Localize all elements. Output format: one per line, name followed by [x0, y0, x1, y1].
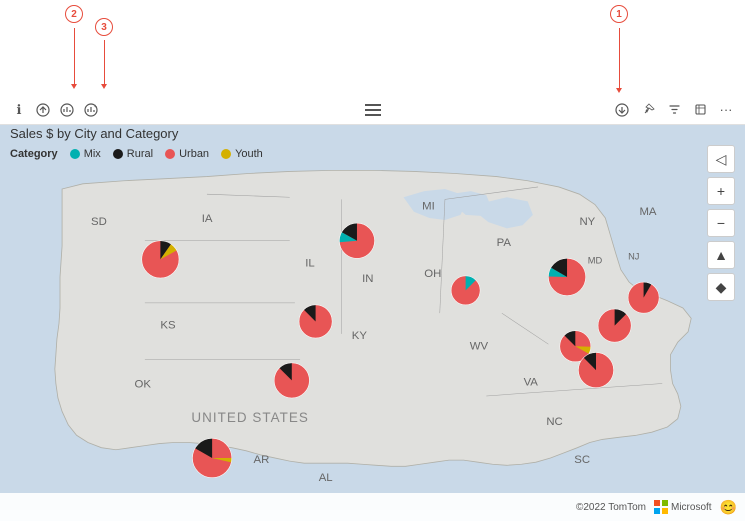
annotation-3: 3 [95, 18, 113, 36]
legend-dot-rural [113, 149, 123, 159]
legend-dot-urban [165, 149, 175, 159]
svg-text:OK: OK [135, 379, 152, 391]
ms-sq-yellow [662, 508, 668, 514]
map-controls: ◁ + − ▲ ◆ [707, 145, 735, 301]
legend-dot-mix [70, 149, 80, 159]
svg-text:KS: KS [160, 320, 176, 332]
download-icon[interactable] [613, 101, 631, 119]
svg-text:PA: PA [497, 237, 512, 249]
annotation-line-2 [74, 28, 75, 86]
legend-text-rural: Rural [127, 148, 153, 160]
location-button[interactable]: ◆ [707, 273, 735, 301]
zoom-in-button[interactable]: + [707, 177, 735, 205]
microsoft-label: Microsoft [671, 502, 712, 513]
expand-icon[interactable] [691, 101, 709, 119]
pin-icon[interactable] [639, 101, 657, 119]
svg-text:IL: IL [305, 258, 315, 270]
bottom-bar: ©2022 TomTom Microsoft 😊 [0, 493, 745, 521]
main-container: 1 2 3 ℹ + [0, 0, 745, 521]
svg-text:NY: NY [579, 216, 595, 228]
svg-text:IN: IN [362, 273, 373, 285]
legend-dot-youth [221, 149, 231, 159]
ms-sq-blue [654, 508, 660, 514]
legend-label: Category [10, 148, 58, 160]
collapse-panel-button[interactable]: ◁ [707, 145, 735, 173]
zoom-out-button[interactable]: − [707, 209, 735, 237]
svg-text:SC: SC [574, 454, 590, 466]
legend-item-mix: Mix [70, 148, 101, 160]
svg-text:SD: SD [91, 216, 107, 228]
chart-icon[interactable] [58, 101, 76, 119]
compass-button[interactable]: ▲ [707, 241, 735, 269]
legend-item-youth: Youth [221, 148, 263, 160]
toolbar-right: ··· [613, 101, 735, 119]
svg-text:KY: KY [352, 330, 368, 342]
chart-title: Sales $ by City and Category [10, 126, 178, 141]
svg-text:NC: NC [546, 416, 562, 428]
microsoft-logo: Microsoft [654, 500, 712, 514]
annotation-line-3 [104, 40, 105, 86]
legend-text-mix: Mix [84, 148, 101, 160]
legend-item-rural: Rural [113, 148, 153, 160]
svg-text:AR: AR [254, 454, 270, 466]
svg-text:MI: MI [422, 201, 435, 213]
svg-text:OH: OH [424, 268, 441, 280]
filter-icon[interactable] [665, 101, 683, 119]
annotation-1: 1 [610, 5, 628, 23]
svg-text:UNITED STATES: UNITED STATES [191, 410, 308, 425]
upload-icon[interactable] [34, 101, 52, 119]
hamburger-menu[interactable] [365, 104, 381, 116]
annotation-arrow-2 [71, 84, 77, 89]
legend-text-youth: Youth [235, 148, 263, 160]
annotation-arrow-3 [101, 84, 107, 89]
ms-sq-green [662, 500, 668, 506]
svg-text:NJ: NJ [628, 251, 639, 261]
annotation-line-1 [619, 28, 620, 90]
info-icon[interactable]: ℹ [10, 101, 28, 119]
legend-item-urban: Urban [165, 148, 209, 160]
svg-text:WV: WV [470, 340, 489, 352]
legend: Category Mix Rural Urban Youth [10, 148, 263, 160]
more-icon[interactable]: ··· [717, 101, 735, 119]
svg-text:IA: IA [202, 213, 213, 225]
toolbar: ℹ + [0, 95, 745, 125]
add-chart-icon[interactable]: + [82, 101, 100, 119]
annotation-arrow-1 [616, 88, 622, 93]
legend-text-urban: Urban [179, 148, 209, 160]
toolbar-left: ℹ + [10, 101, 100, 119]
svg-text:MD: MD [588, 256, 603, 266]
ms-squares-icon [654, 500, 668, 514]
svg-text:AL: AL [319, 472, 333, 484]
svg-text:MA: MA [639, 206, 656, 218]
svg-text:VA: VA [524, 377, 539, 389]
feedback-icon[interactable]: 😊 [720, 499, 737, 516]
svg-text:+: + [94, 104, 97, 110]
ms-sq-red [654, 500, 660, 506]
copyright-text: ©2022 TomTom [576, 502, 646, 513]
annotation-2: 2 [65, 5, 83, 23]
